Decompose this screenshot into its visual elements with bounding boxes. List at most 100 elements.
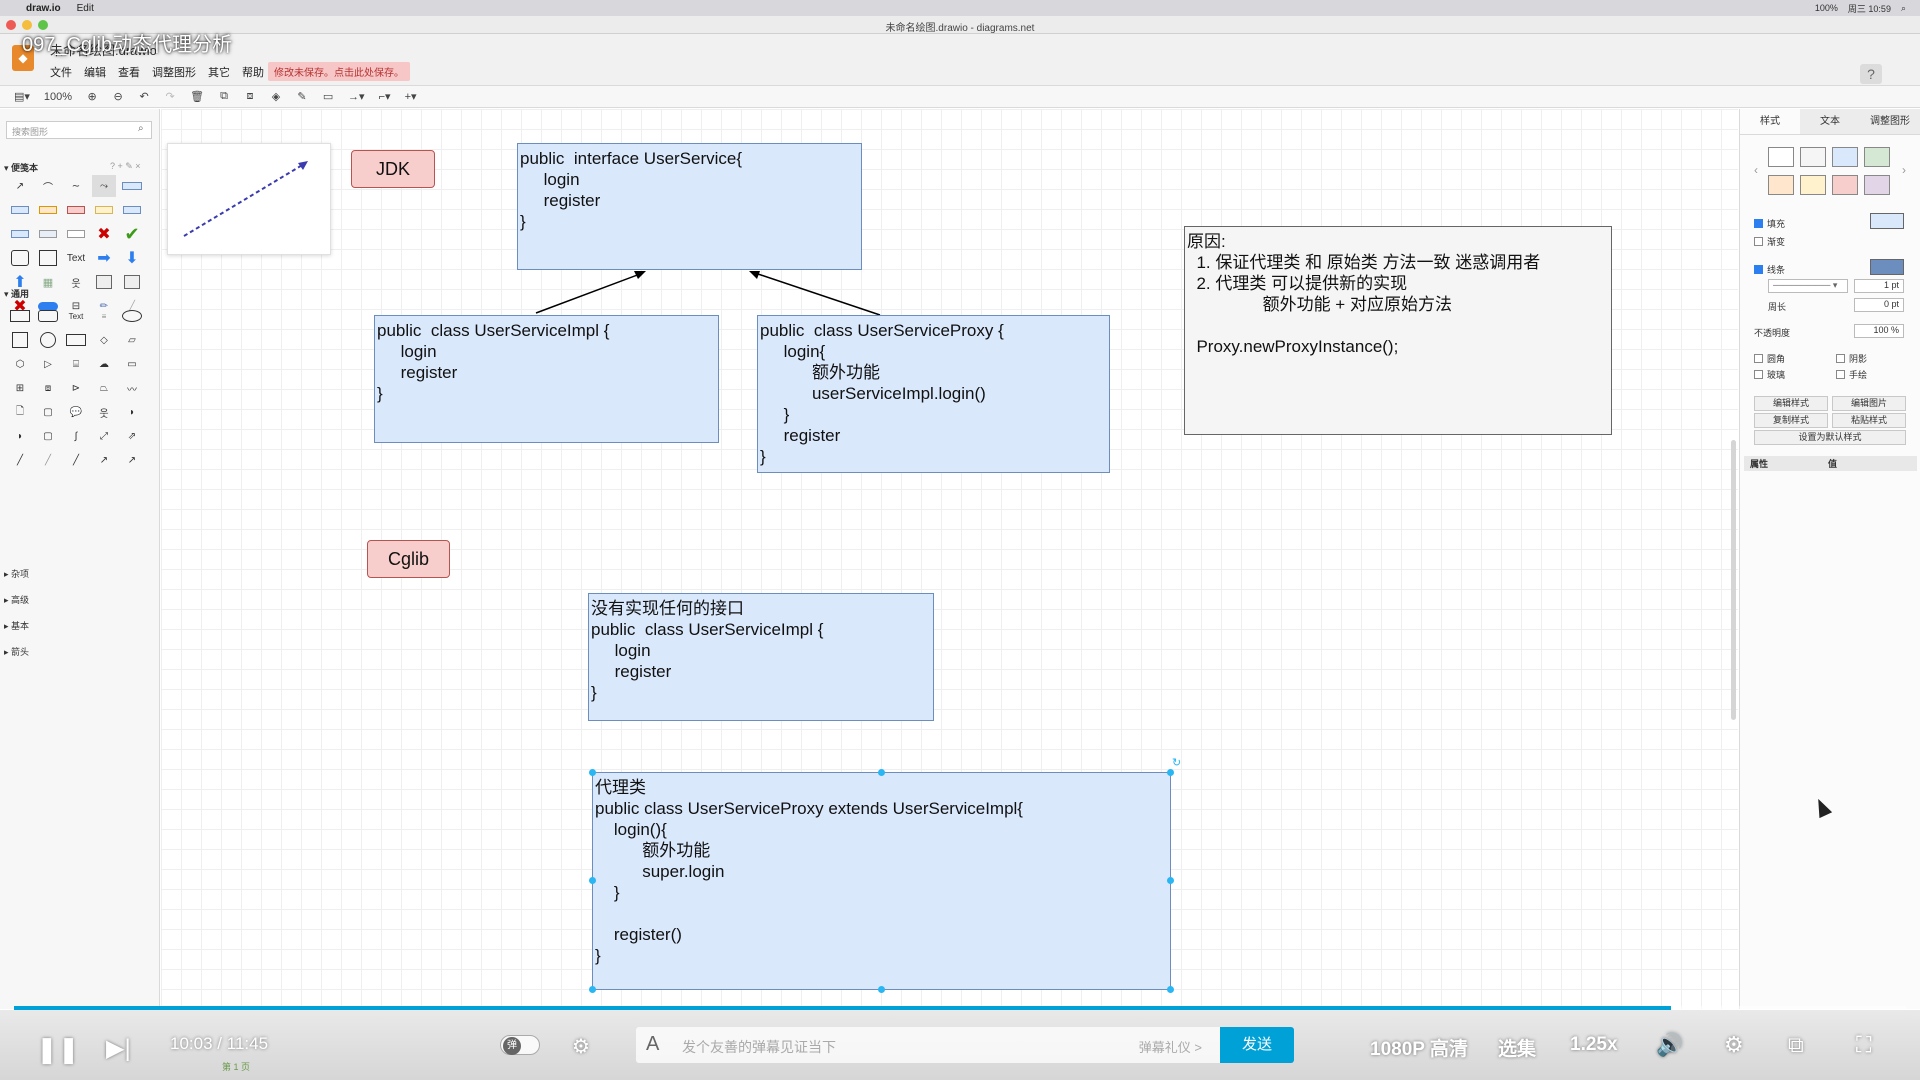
waypoints-icon[interactable]: ⌐▾ [379,90,391,103]
danmaku-toggle[interactable]: 弹 [500,1035,540,1055]
square-shape-alt[interactable] [120,271,144,293]
directional-connector-shape[interactable]: ↗ [120,449,144,471]
resize-handle-n[interactable] [878,769,885,776]
scratchpad-tools[interactable]: ? + ✎ × [110,161,141,172]
resize-handle-e[interactable] [1167,877,1174,884]
delete-icon[interactable]: 🗑 [190,90,204,103]
quality-select[interactable]: 1080P 高清 [1370,1034,1468,1061]
swatch-orange[interactable] [1768,175,1794,195]
zoom-out-icon[interactable]: ⊖ [112,90,124,103]
diamond-shape[interactable]: ◇ [92,329,116,351]
callout-shape[interactable]: 💬 [64,401,88,423]
note-shape[interactable]: 🗋 [8,401,32,423]
reason-note-box[interactable]: 原因: 1. 保证代理类 和 原始类 方法一致 迷惑调用者 2. 代理类 可以提… [1184,226,1612,435]
speed-select[interactable]: 1.25x [1570,1034,1618,1056]
rect-blue-shape[interactable] [8,223,32,245]
interface-userservice-box[interactable]: public interface UserService{ login regi… [517,143,862,270]
curly-shape[interactable]: ∫ [64,425,88,447]
rectangle-shape[interactable] [8,305,32,327]
rotate-handle-icon[interactable]: ↻ [1172,756,1181,769]
send-danmaku-button[interactable]: 发送 [1220,1027,1294,1063]
properties-header[interactable]: 属性 值 [1744,456,1917,471]
tab-arrange[interactable]: 调整图形 [1860,109,1920,134]
shadow-icon[interactable]: ▭ [322,90,334,103]
section-basic[interactable]: ▸ 基本 [4,619,29,632]
step-shape[interactable]: ⊳ [64,377,88,399]
line-shape-general[interactable]: ╱ [64,449,88,471]
rounded-rect-shape[interactable] [8,247,32,269]
glass-checkbox[interactable] [1754,370,1763,379]
swatch-purple[interactable] [1864,175,1890,195]
text-shape[interactable]: Text [64,247,88,269]
gradient-option[interactable]: 渐变 [1754,235,1785,248]
tab-style[interactable]: 样式 [1740,109,1800,134]
edit-image-button[interactable]: 编辑图片 [1832,396,1906,411]
circle-shape[interactable] [36,329,60,351]
cglib-userserviceimpl-box[interactable]: 没有实现任何的接口 public class UserServiceImpl {… [588,593,934,721]
to-front-icon[interactable]: ⧉ [218,90,230,103]
rounded-rectangle-shape[interactable] [36,305,60,327]
scratchpad-header[interactable]: ▾ 便笺本 [4,161,38,174]
zoom-select[interactable]: 100% [44,91,72,103]
episodes-button[interactable]: 选集 [1498,1034,1536,1061]
card-shape[interactable]: ▢ [36,401,60,423]
tag-shape-gray[interactable] [120,199,144,221]
fill-color-swatch[interactable] [1870,213,1904,229]
canvas-vertical-scrollbar[interactable] [1731,440,1736,720]
dashed-curve-shape[interactable]: ∼ [64,175,88,197]
line-checkbox[interactable] [1754,265,1763,274]
shadow-option[interactable]: 阴影 [1836,352,1867,365]
line-color-icon[interactable]: ✎ [296,90,308,103]
fill-color-icon[interactable]: ◈ [270,90,282,103]
process-shape[interactable] [64,329,88,351]
resize-handle-s[interactable] [878,986,885,993]
search-icon[interactable]: ⌕ [1901,3,1906,14]
userserviceimpl-box[interactable]: public class UserServiceImpl { login reg… [374,315,719,443]
trapezoid-shape[interactable]: ⏢ [92,377,116,399]
section-advanced[interactable]: ▸ 高级 [4,593,29,606]
internal-storage-shape[interactable]: ⊞ [8,377,32,399]
menu-extras[interactable]: 其它 [208,64,230,80]
actor-icon[interactable]: 웃 [64,271,88,293]
sketch-option[interactable]: 手绘 [1836,368,1867,381]
actor-shape[interactable]: 웃 [92,401,116,423]
thick-line-shape[interactable]: ╱ [8,449,32,471]
jdk-label[interactable]: JDK [351,150,435,188]
shape-search-input[interactable]: 搜索图形 [6,121,152,139]
ellipse-shape[interactable] [120,305,144,327]
copy-style-button[interactable]: 复制样式 [1754,413,1828,428]
hexagon-shape[interactable]: ⬡ [8,353,32,375]
or-shape[interactable]: ◗ [120,401,144,423]
section-misc[interactable]: ▸ 杂项 [4,567,29,580]
danmaku-etiquette-link[interactable]: 弹幕礼仪 > [1139,1037,1202,1056]
menubar-item-edit[interactable]: Edit [77,3,94,14]
menu-edit[interactable]: 编辑 [84,64,106,80]
resize-handle-se[interactable] [1167,986,1174,993]
rect-light-shape[interactable] [36,223,60,245]
page-tab[interactable]: 第 1 页 [222,1060,250,1073]
swatch-red[interactable] [1832,175,1858,195]
menu-arrange[interactable]: 调整图形 [152,64,196,80]
fullscreen-icon[interactable]: ⛶ [1856,1032,1871,1058]
redo-icon[interactable]: ↷ [164,90,176,103]
textbox-shape[interactable]: ≡ [92,305,116,327]
tag-shape-orange[interactable] [36,199,60,221]
general-header[interactable]: ▾ 通用 [4,287,29,300]
menubar-clock[interactable]: 周三 10:59 [1848,2,1891,15]
paste-style-button[interactable]: 粘贴样式 [1832,413,1906,428]
edit-style-button[interactable]: 编辑样式 [1754,396,1828,411]
danmaku-settings-icon[interactable]: ⚙ [572,1034,590,1059]
cloud-shape[interactable]: ☁ [92,353,116,375]
check-icon[interactable]: ✔ [120,223,144,245]
line-color-swatch[interactable] [1870,259,1904,275]
label-shape[interactable] [120,175,144,197]
cglib-label[interactable]: Cglib [367,540,450,578]
rect-white-shape[interactable] [64,223,88,245]
perimeter-input[interactable]: 0 pt [1854,298,1904,312]
thin-line-shape[interactable]: ╱ [36,449,60,471]
text-style-icon[interactable]: A [646,1033,659,1056]
swatch-green[interactable] [1864,147,1890,167]
arrow-icon[interactable]: ⇗ [120,425,144,447]
arrow-shape[interactable]: ↗ [8,175,32,197]
fill-option[interactable]: 填充 [1754,217,1785,230]
